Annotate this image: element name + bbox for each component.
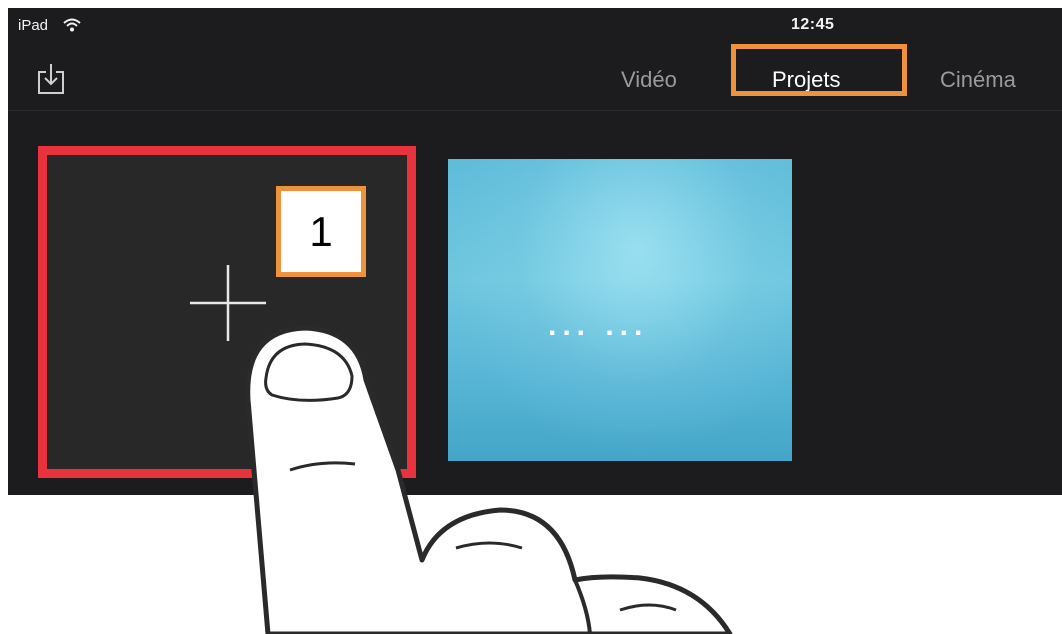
status-bar: iPad 12:45 bbox=[8, 8, 1062, 40]
device-name: iPad bbox=[18, 17, 49, 34]
loading-dots: ... ... bbox=[548, 309, 649, 342]
wifi-icon bbox=[63, 18, 81, 32]
step-number: 1 bbox=[281, 191, 361, 272]
project-thumbnail[interactable]: ... ... bbox=[448, 159, 792, 461]
projets-tab-highlight bbox=[731, 44, 907, 96]
status-time: 12:45 bbox=[791, 16, 835, 33]
import-icon[interactable] bbox=[36, 62, 66, 96]
tab-cinema[interactable]: Cinéma bbox=[940, 67, 1016, 93]
step-number-badge: 1 bbox=[276, 186, 366, 277]
tab-video[interactable]: Vidéo bbox=[621, 67, 677, 93]
